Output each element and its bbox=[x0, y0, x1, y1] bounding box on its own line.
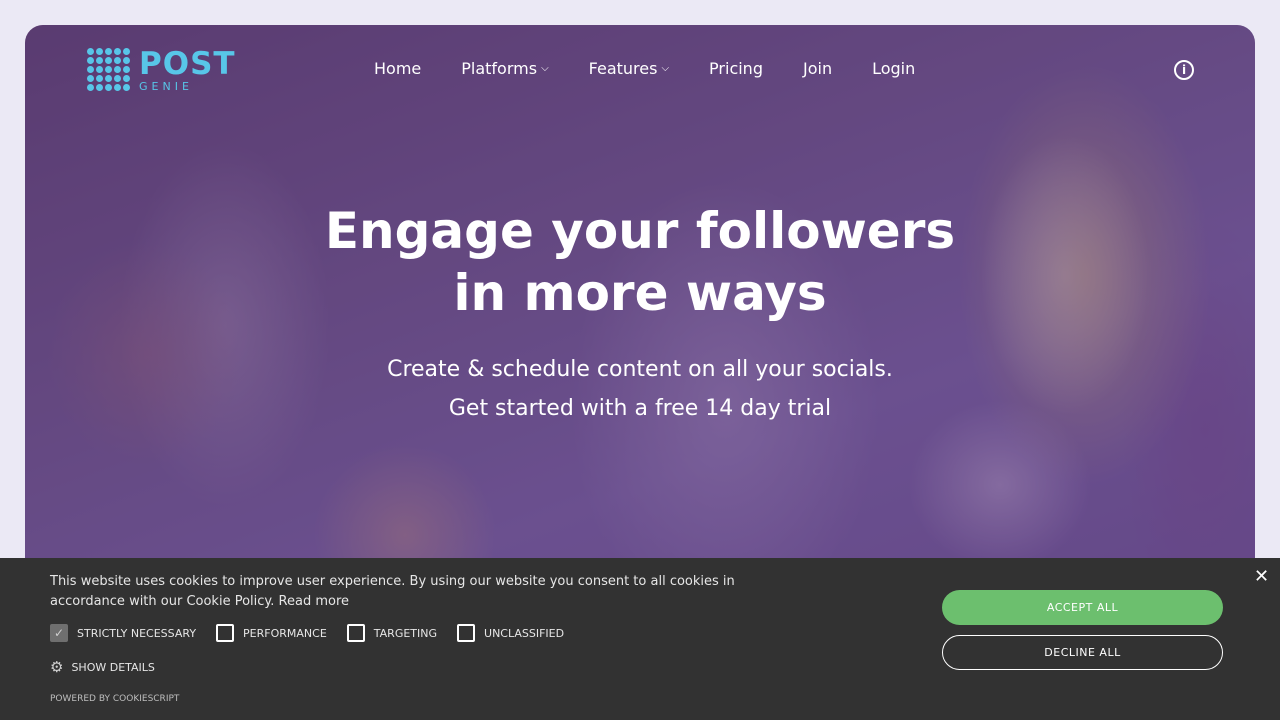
checkbox-icon[interactable] bbox=[457, 624, 476, 642]
checkbox-label: Performance bbox=[243, 626, 327, 640]
chevron-down-icon: ⌵ bbox=[541, 63, 549, 74]
checkbox-label: Strictly necessary bbox=[77, 626, 197, 640]
chevron-down-icon: ⌵ bbox=[661, 63, 670, 74]
show-details-label: Show details bbox=[71, 660, 155, 674]
nav-home-label: Home bbox=[374, 59, 422, 78]
nav-platforms-label: Platforms bbox=[461, 59, 538, 78]
accept-all-button[interactable]: Accept all bbox=[942, 590, 1223, 625]
cookie-banner: This website uses cookies to improve use… bbox=[0, 558, 1280, 720]
show-details-toggle[interactable]: ⚙ Show details bbox=[50, 658, 155, 676]
checkbox-performance[interactable]: Performance bbox=[216, 624, 327, 642]
logo-dots-icon bbox=[87, 48, 131, 92]
logo[interactable]: POST GENIE bbox=[87, 48, 236, 92]
hero-subtitle-line1: Create & schedule content on all your so… bbox=[387, 357, 893, 382]
nav-home[interactable]: Home bbox=[374, 59, 421, 78]
logo-main-text: POST bbox=[139, 45, 236, 82]
checkbox-icon[interactable] bbox=[216, 624, 235, 642]
nav-pricing-label: Pricing bbox=[709, 59, 763, 78]
main-nav: Home Platforms ⌵ Features ⌵ Pricing Join… bbox=[374, 59, 955, 78]
nav-login-label: Login bbox=[872, 59, 916, 78]
cookie-text: This website uses cookies to improve use… bbox=[50, 574, 735, 609]
powered-by-link[interactable]: Powered by CookieScript bbox=[50, 694, 179, 704]
cookie-categories: ✓ Strictly necessary Performance Targeti… bbox=[50, 624, 584, 642]
nav-pricing[interactable]: Pricing bbox=[709, 59, 763, 78]
checkbox-label: Targeting bbox=[373, 626, 438, 640]
nav-login[interactable]: Login bbox=[872, 59, 915, 78]
nav-features[interactable]: Features ⌵ bbox=[589, 59, 669, 78]
hero-headline: Engage your followers in more ways bbox=[25, 200, 1255, 324]
checkbox-checked-icon[interactable]: ✓ bbox=[50, 624, 68, 642]
nav-join-label: Join bbox=[802, 59, 833, 78]
hero-subtitle: Create & schedule content on all your so… bbox=[25, 350, 1255, 428]
gear-icon: ⚙ bbox=[50, 658, 64, 676]
info-icon[interactable]: i bbox=[1174, 60, 1194, 80]
checkbox-targeting[interactable]: Targeting bbox=[346, 624, 438, 642]
nav-join[interactable]: Join bbox=[803, 59, 832, 78]
nav-features-label: Features bbox=[588, 59, 658, 78]
checkbox-unclassified[interactable]: Unclassified bbox=[457, 624, 564, 642]
checkbox-icon[interactable] bbox=[346, 624, 365, 642]
read-more-link[interactable]: Read more bbox=[279, 594, 349, 609]
checkbox-strictly-necessary[interactable]: ✓ Strictly necessary bbox=[50, 624, 196, 642]
hero-headline-line1: Engage your followers bbox=[324, 202, 956, 260]
hero-subtitle-line2: Get started with a free 14 day trial bbox=[448, 396, 832, 421]
hero-headline-line2: in more ways bbox=[453, 264, 827, 322]
checkbox-label: Unclassified bbox=[484, 626, 565, 640]
logo-sub-text: GENIE bbox=[139, 79, 193, 93]
decline-all-button[interactable]: Decline all bbox=[942, 635, 1223, 670]
nav-platforms[interactable]: Platforms ⌵ bbox=[461, 59, 548, 78]
cookie-message: This website uses cookies to improve use… bbox=[50, 572, 810, 612]
close-icon[interactable]: ✕ bbox=[1254, 566, 1269, 587]
